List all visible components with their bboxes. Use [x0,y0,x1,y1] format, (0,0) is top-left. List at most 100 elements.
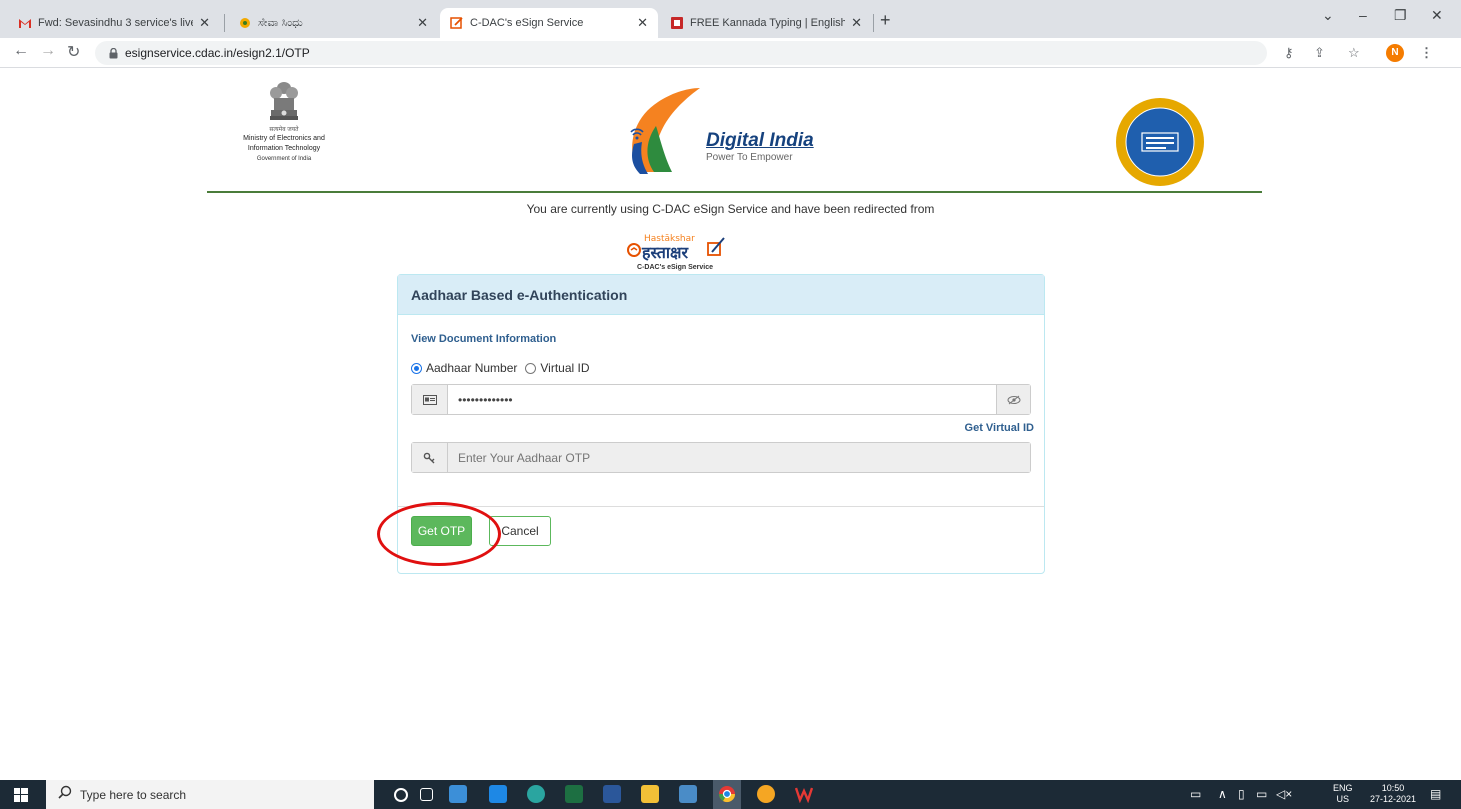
tab-label: ಸೇವಾ ಸಿಂಧು [258,16,303,29]
network-app-icon[interactable] [679,785,697,803]
notifications-icon[interactable]: ▤ [1430,787,1441,801]
bookmark-star-icon[interactable]: ☆ [1348,45,1360,61]
store-icon[interactable] [449,785,467,803]
volume-icon[interactable]: ◁× [1276,787,1292,801]
hastakshar-service-name: C-DAC's eSign Service [637,264,713,271]
network-icon[interactable]: ▭ [1256,787,1267,801]
tab-esign[interactable]: C-DAC's eSign Service ✕ [440,8,658,38]
show-hidden-icons-icon[interactable]: ∧ [1218,787,1227,801]
tab-divider [224,14,225,32]
panel-footer-divider [398,506,1044,507]
otp-input-group [411,442,1031,473]
chrome-taskbar-button[interactable] [713,780,741,809]
key-icon[interactable]: ⚷ [1284,45,1294,61]
tab-search-icon[interactable]: ⌄ [1322,7,1334,24]
tab-kannada-typing[interactable]: FREE Kannada Typing | English to ✕ [660,8,872,38]
edge-icon[interactable] [527,785,545,803]
keyboard-tray-icon[interactable]: ▭ [1190,787,1201,801]
windows-start-icon[interactable] [14,788,28,807]
hastakshar-emblem-icon: Hastākshar हस्ताक्षर [627,234,725,262]
taskbar-clock[interactable]: 10:50 27-12-2021 [1370,783,1416,805]
panel-title: Aadhaar Based e-Authentication [411,287,628,303]
restore-button[interactable]: ❐ [1394,7,1407,24]
menu-kebab-icon[interactable]: ⋮ [1420,45,1433,61]
toggle-visibility-icon[interactable] [996,385,1030,414]
hastakshar-devanagari: हस्ताक्षर [641,243,689,262]
language-indicator[interactable]: ENG US [1333,783,1353,805]
chrome-icon [718,786,736,803]
share-icon[interactable]: ⇪ [1314,45,1325,61]
digital-india-emblem-icon [630,88,700,174]
esign-icon [450,16,464,30]
windows-taskbar: Type here to search ▭ ∧ ▯ ▭ ◁× ENG US 10… [0,780,1461,809]
government-of-india: Government of India [256,156,312,162]
cdac-seal-icon [1116,98,1204,186]
typing-icon [670,16,684,30]
close-icon[interactable]: ✕ [851,15,862,31]
taskbar-search-box[interactable]: Type here to search [46,780,374,809]
virtual-id-radio[interactable] [525,362,537,374]
address-bar[interactable]: esignservice.cdac.in/esign2.1/OTP [95,41,1267,65]
tab-label: C-DAC's eSign Service [470,17,584,29]
excel-icon[interactable] [565,785,583,803]
tab-gmail[interactable]: Fwd: Sevasindhu 3 service's live - ✕ [8,8,220,38]
otp-input[interactable] [448,443,1030,472]
highlight-annotation-ring [377,502,501,566]
tab-label: Fwd: Sevasindhu 3 service's live - [38,17,194,29]
minimize-button[interactable]: – [1359,7,1367,23]
lock-icon [109,46,118,59]
national-emblem-icon [270,82,298,120]
panel-header: Aadhaar Based e-Authentication [398,275,1044,315]
aadhaar-number-radio[interactable] [411,362,422,374]
cdac-logo [1115,97,1205,187]
id-type-radio-group: Aadhaar Number Virtual ID [411,361,590,375]
tab-sevasindhu[interactable]: ಸೇವಾ ಸಿಂಧು ✕ [228,8,438,38]
aadhaar-number-label: Aadhaar Number [426,361,518,375]
header-divider [207,191,1262,193]
key-icon [412,443,448,472]
close-window-button[interactable]: ✕ [1431,7,1443,24]
wps-office-icon[interactable] [794,785,814,804]
mail-icon[interactable] [489,785,507,803]
cortana-icon[interactable] [394,788,408,802]
keyboard-layout: US [1336,794,1350,804]
get-virtual-id-link[interactable]: Get Virtual ID [965,422,1034,434]
forward-button[interactable]: → [40,42,56,60]
clock-date: 27-12-2021 [1370,794,1417,804]
task-view-icon[interactable] [420,788,433,801]
ministry-motto: सत्यमेव जयते [269,127,299,133]
close-icon[interactable]: ✕ [199,15,210,31]
tab-divider [873,14,874,32]
reload-button[interactable]: ↻ [67,42,80,62]
digital-india-name: Digital India [706,130,814,151]
ministry-name-line1: Ministry of Electronics and [243,135,325,142]
battery-icon[interactable]: ▯ [1238,787,1245,801]
app-icon[interactable] [757,785,775,803]
redirect-notice: You are currently using C-DAC eSign Serv… [526,202,935,216]
file-explorer-icon[interactable] [641,785,659,803]
virtual-id-label: Virtual ID [540,361,590,375]
digital-india-logo: Digital India Power To Empower [620,84,830,184]
word-icon[interactable] [603,785,621,803]
view-document-link[interactable]: View Document Information [411,333,556,345]
aadhaar-number-input[interactable] [448,385,996,414]
search-icon [58,785,72,804]
back-button[interactable]: ← [13,42,29,60]
browser-toolbar: ← → ↻ esignservice.cdac.in/esign2.1/OTP … [0,38,1461,68]
new-tab-button[interactable]: + [880,10,891,31]
id-card-icon [412,385,448,414]
ministry-logo: सत्यमेव जयते Ministry of Electronics and… [228,80,340,162]
ministry-name-line2: Information Technology [247,145,321,152]
clock-time: 10:50 [1381,783,1405,793]
search-placeholder: Type here to search [80,787,187,802]
browser-tab-strip: Fwd: Sevasindhu 3 service's live - ✕ ಸೇವ… [0,0,1461,38]
gmail-icon [18,16,32,30]
digital-india-tagline: Power To Empower [706,152,793,163]
profile-avatar[interactable]: N [1386,44,1404,62]
close-icon[interactable]: ✕ [637,15,648,31]
hastakshar-logo: Hastākshar हस्ताक्षर C-DAC's eSign Servi… [620,228,730,274]
close-icon[interactable]: ✕ [417,15,428,31]
url-text: esignservice.cdac.in/esign2.1/OTP [125,46,310,60]
language-code: ENG [1333,783,1353,793]
sevasindhu-icon [238,16,252,30]
